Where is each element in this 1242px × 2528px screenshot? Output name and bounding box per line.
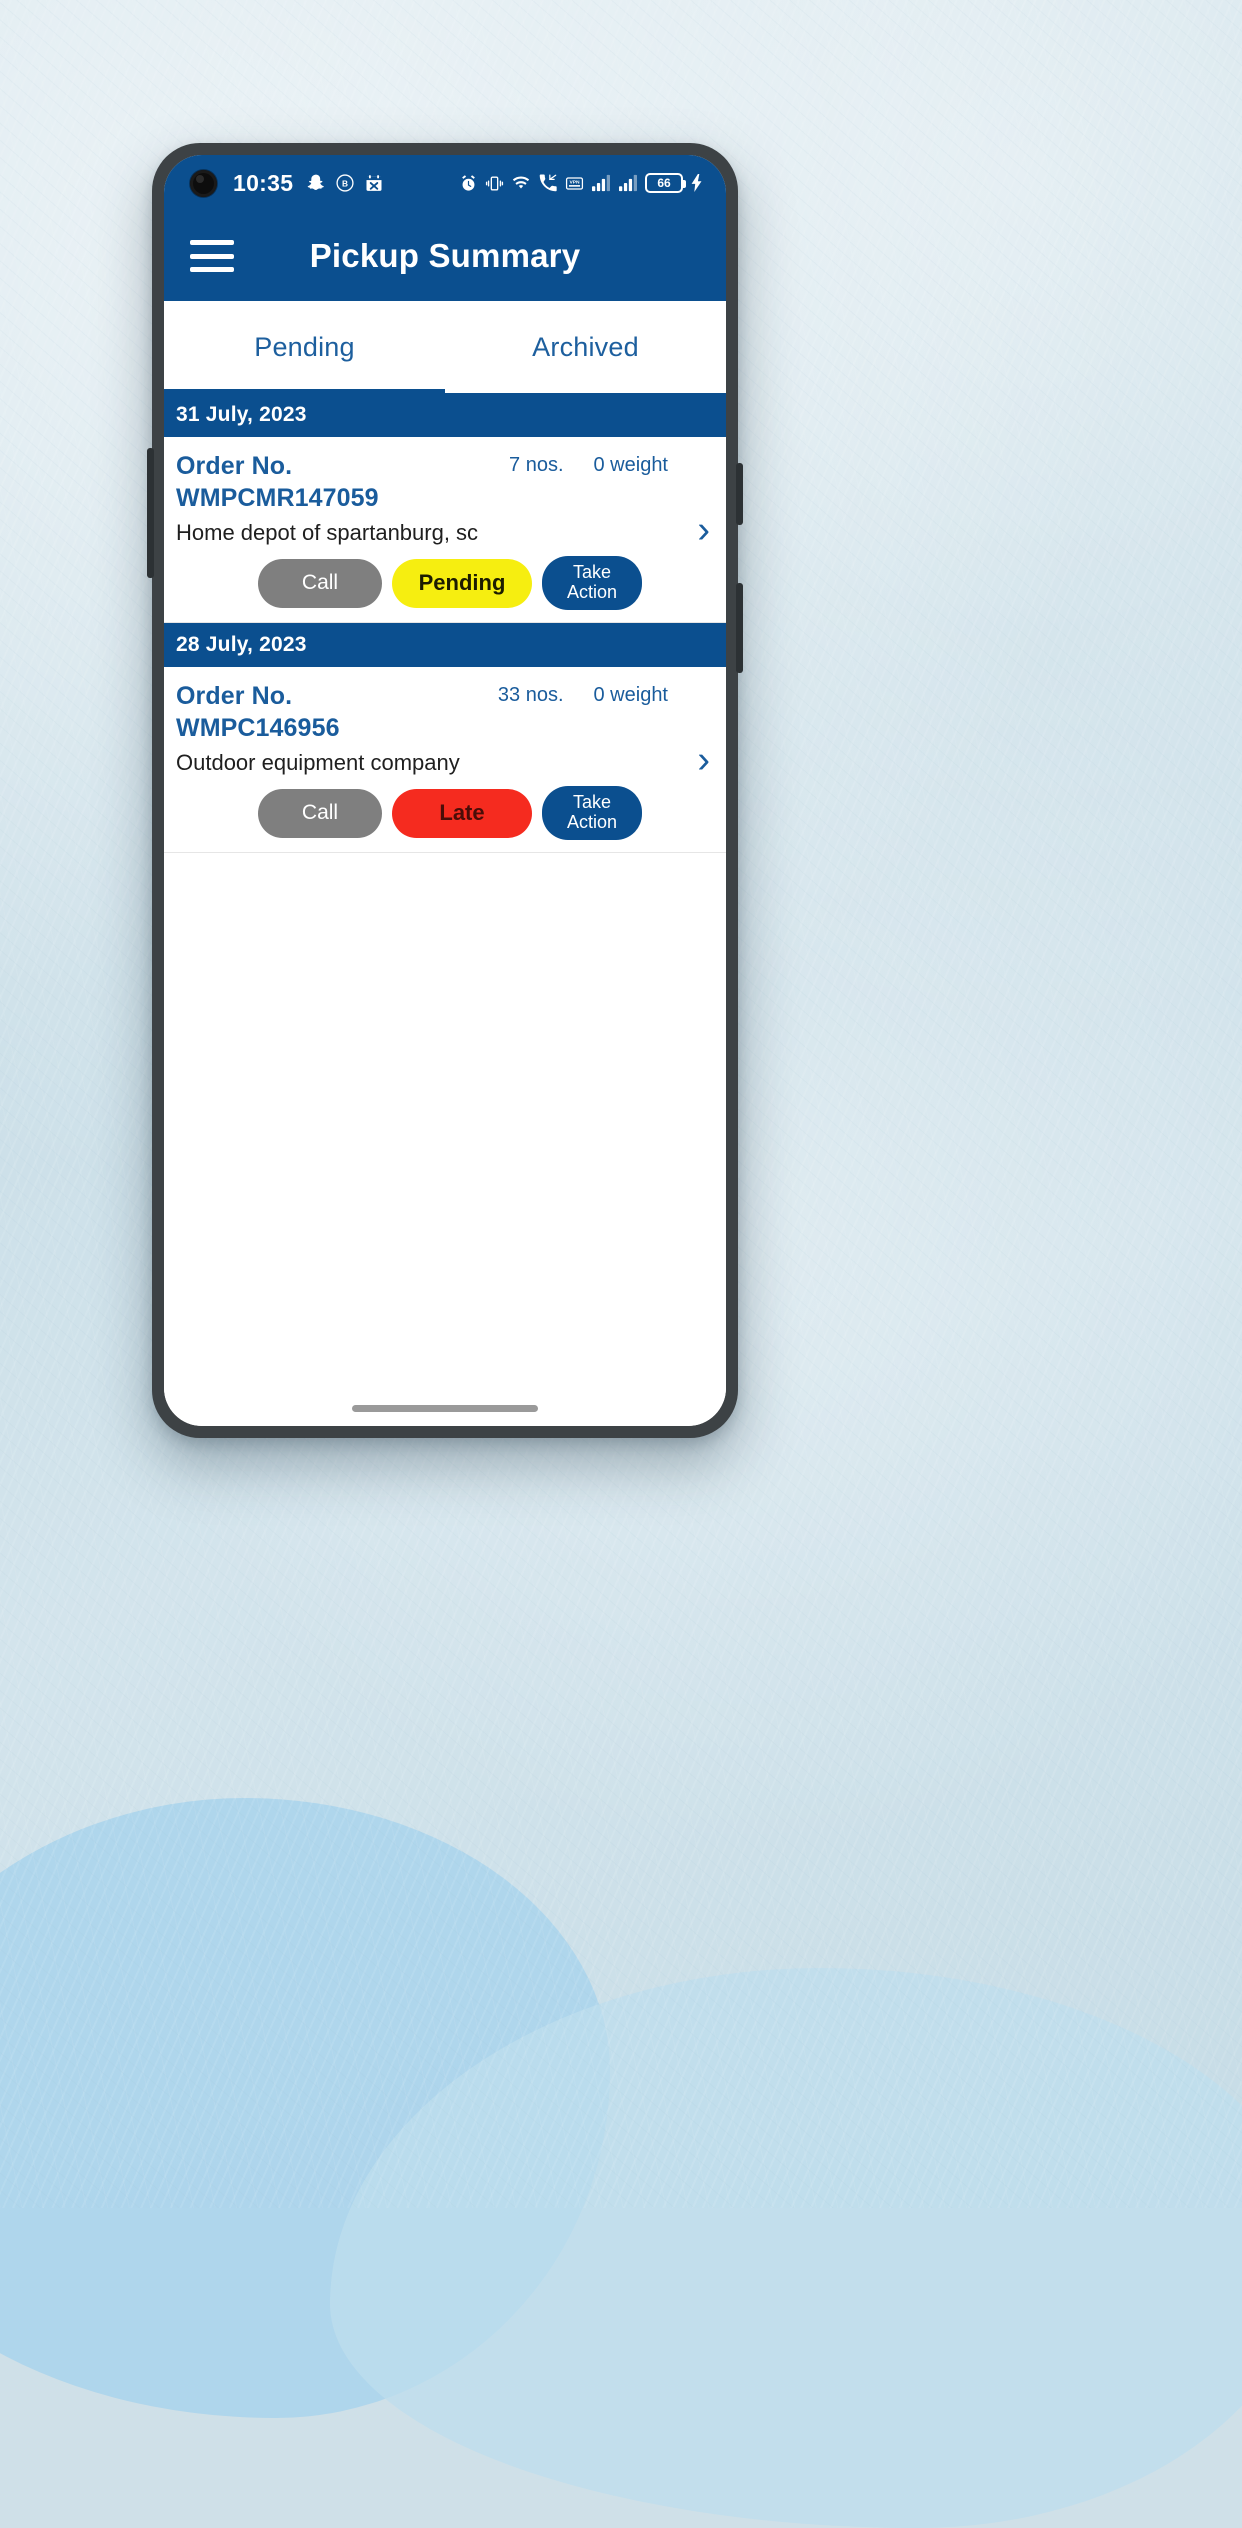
svg-text:B: B [342, 179, 348, 189]
order-weight: 0 weight [593, 454, 669, 476]
call-button[interactable]: Call [258, 558, 382, 608]
menu-line-2 [190, 253, 234, 259]
take-action-line-1: Take [572, 562, 612, 583]
calendar-event-icon [364, 173, 384, 193]
tab-archived[interactable]: Archived [445, 301, 726, 393]
alarm-icon [459, 174, 478, 193]
circled-b-icon: B [335, 173, 355, 193]
wifi-icon [511, 173, 531, 193]
phone-screen: 10:35 B VPN 66 Pickup Summary Pending Ar… [164, 155, 726, 1426]
order-card[interactable]: Order No. WMPC146956 33 nos. 0 weight Ou… [164, 667, 726, 853]
order-card[interactable]: Order No. WMPCMR147059 7 nos. 0 weight H… [164, 437, 726, 623]
status-bar-system-icons: VPN 66 [459, 173, 704, 193]
vibrate-icon [485, 174, 504, 193]
status-badge[interactable]: Late [392, 788, 532, 838]
order-actions: Call Late Take Action [176, 786, 714, 840]
date-group-header: 28 July, 2023 [164, 623, 726, 667]
order-weight: 0 weight [593, 684, 669, 706]
chevron-right-icon[interactable]: › [697, 741, 710, 779]
order-count: 33 nos. [497, 684, 564, 706]
app-bar: Pickup Summary [164, 211, 726, 301]
hamburger-menu-icon[interactable] [190, 240, 234, 272]
status-bar: 10:35 B VPN 66 [164, 155, 726, 211]
page-title: Pickup Summary [309, 237, 581, 274]
menu-line-3 [190, 267, 234, 272]
status-bar-clock: 10:35 [233, 169, 294, 196]
order-count: 7 nos. [509, 454, 564, 476]
signal-bars-2-icon [618, 174, 638, 192]
order-metrics: 7 nos. 0 weight [509, 451, 668, 477]
chevron-right-icon[interactable]: › [697, 511, 710, 549]
volume-button[interactable] [147, 448, 154, 578]
charging-bolt-icon [690, 174, 704, 192]
svg-text:VPN: VPN [569, 179, 580, 185]
order-card-top: Order No. WMPCMR147059 7 nos. 0 weight [176, 451, 714, 514]
take-action-line-1: Take [572, 792, 612, 813]
order-card-top: Order No. WMPC146956 33 nos. 0 weight [176, 681, 714, 744]
status-badge[interactable]: Pending [392, 558, 532, 608]
battery-icon: 66 [645, 173, 686, 193]
background-blob-bottom [330, 1968, 1242, 2528]
take-action-button[interactable]: Take Action [542, 786, 642, 840]
order-number: Order No. WMPCMR147059 [176, 451, 379, 514]
system-navigation-bar [164, 1390, 726, 1426]
status-bar-notification-icons: B [306, 173, 384, 193]
battery-level-label: 66 [657, 176, 671, 190]
take-action-line-2: Action [566, 582, 618, 602]
date-group-header: 31 July, 2023 [164, 393, 726, 437]
tab-pending[interactable]: Pending [164, 301, 445, 393]
power-button-lower[interactable] [736, 583, 743, 673]
order-company: Home depot of spartanburg, sc [176, 520, 479, 545]
gesture-home-pill[interactable] [352, 1404, 538, 1412]
snapchat-icon [306, 173, 326, 193]
order-number-label: Order No. [176, 452, 293, 480]
menu-line-1 [190, 240, 234, 245]
vpn-key-icon: VPN [565, 174, 584, 193]
order-number-label: Order No. [176, 682, 293, 710]
phone-device-frame: 10:35 B VPN 66 Pickup Summary Pending Ar… [147, 143, 743, 1438]
signal-bars-icon [591, 174, 611, 192]
order-number-value: WMPC146956 [176, 713, 340, 742]
order-number: Order No. WMPC146956 [176, 681, 340, 744]
tab-bar: Pending Archived [164, 301, 726, 393]
order-number-value: WMPCMR147059 [176, 483, 379, 512]
order-actions: Call Pending Take Action [176, 556, 714, 610]
pickup-list: 31 July, 2023 Order No. WMPCMR147059 7 n… [164, 393, 726, 1390]
take-action-line-2: Action [566, 812, 618, 832]
call-button[interactable]: Call [258, 788, 382, 838]
order-company: Outdoor equipment company [176, 750, 460, 775]
take-action-button[interactable]: Take Action [542, 556, 642, 610]
front-camera-punch-hole [190, 169, 217, 197]
order-metrics: 33 nos. 0 weight [498, 681, 668, 707]
missed-call-icon [538, 173, 558, 193]
power-button-upper[interactable] [736, 463, 743, 525]
